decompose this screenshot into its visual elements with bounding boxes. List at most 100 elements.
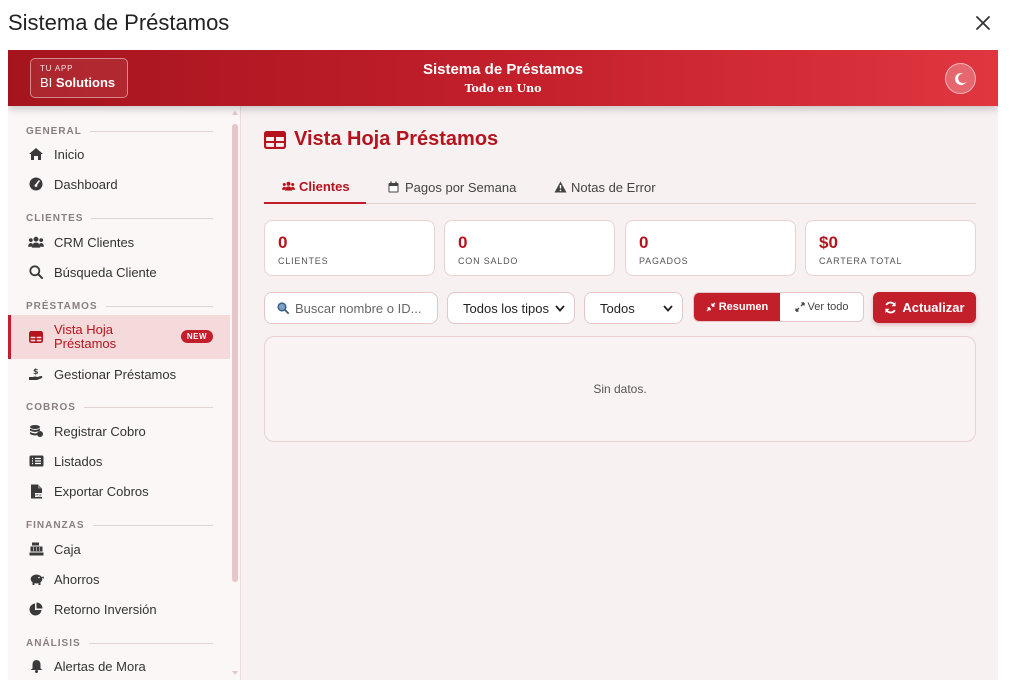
sidebar-item-registrar-cobro[interactable]: Registrar Cobro bbox=[8, 416, 230, 446]
stat-card-cartera-total: $0 CARTERA TOTAL bbox=[805, 220, 976, 276]
page-title-text: Vista Hoja Préstamos bbox=[294, 128, 499, 150]
sidebar-item-label: Retorno Inversión bbox=[54, 601, 157, 617]
tab-pagos-por-semana[interactable]: Pagos por Semana bbox=[370, 170, 534, 204]
sidebar-item-busqueda-cliente[interactable]: Búsqueda Cliente bbox=[8, 257, 230, 287]
section-label: FINANZAS bbox=[26, 520, 85, 531]
stat-value: 0 bbox=[458, 233, 468, 252]
sidebar-item-label: Caja bbox=[54, 541, 81, 557]
sidebar-item-label: CRM Clientes bbox=[54, 234, 135, 250]
users-icon bbox=[28, 234, 44, 250]
bell-icon bbox=[28, 658, 44, 674]
view-all-button[interactable]: Ver todo bbox=[780, 293, 863, 321]
view-summary-button[interactable]: Resumen bbox=[694, 293, 780, 321]
gauge-icon bbox=[28, 176, 44, 192]
status-filter-select[interactable]: Todos bbox=[584, 292, 683, 324]
sidebar-scroll-thumb[interactable] bbox=[232, 124, 238, 582]
sidebar-item-label: Ahorros bbox=[54, 571, 100, 587]
stat-label: CON SALDO bbox=[458, 256, 519, 266]
users-icon bbox=[282, 180, 295, 192]
stat-value: 0 bbox=[639, 233, 649, 252]
search-input[interactable] bbox=[295, 300, 435, 316]
home-icon bbox=[28, 146, 44, 162]
close-icon[interactable] bbox=[972, 12, 994, 34]
section-label: PRÉSTAMOS bbox=[26, 301, 98, 312]
sidebar-item-label: Búsqueda Cliente bbox=[54, 264, 157, 280]
warning-icon bbox=[554, 181, 567, 193]
select-value: Todos bbox=[600, 300, 635, 316]
view-summary-label: Resumen bbox=[718, 301, 769, 313]
sidebar-item-listados[interactable]: Listados bbox=[8, 446, 230, 476]
page-title: Vista Hoja Préstamos bbox=[263, 128, 499, 151]
hand-coin-icon: $ bbox=[28, 366, 44, 382]
new-badge: NEW bbox=[180, 330, 213, 343]
results-panel: Sin datos. bbox=[264, 336, 976, 442]
tab-notas-de-error[interactable]: Notas de Error bbox=[536, 170, 674, 204]
list-icon bbox=[28, 453, 44, 469]
header-subtitle: Todo en Uno bbox=[464, 82, 542, 95]
section-label: COBROS bbox=[26, 402, 76, 413]
section-cobros: COBROS bbox=[26, 402, 213, 413]
sidebar-item-retorno-inversion[interactable]: Retorno Inversión bbox=[8, 594, 230, 624]
pie-chart-icon bbox=[28, 601, 44, 617]
empty-state-text: Sin datos. bbox=[593, 382, 647, 396]
tab-label: Notas de Error bbox=[571, 179, 656, 195]
refresh-icon bbox=[884, 301, 897, 314]
stat-card-clientes: 0 CLIENTES bbox=[264, 220, 435, 276]
coins-icon bbox=[28, 423, 44, 439]
view-all-label: Ver todo bbox=[807, 301, 849, 313]
section-prestamos: PRÉSTAMOS bbox=[26, 301, 213, 312]
section-label: CLIENTES bbox=[26, 213, 84, 224]
calendar-icon bbox=[388, 181, 401, 193]
stat-card-con-saldo: 0 CON SALDO bbox=[444, 220, 615, 276]
refresh-label: Actualizar bbox=[902, 300, 965, 315]
stat-value: 0 bbox=[278, 233, 288, 252]
chevron-down-icon bbox=[555, 304, 565, 312]
tab-label: Clientes bbox=[299, 178, 350, 194]
search-icon bbox=[28, 264, 44, 280]
sidebar-item-label: Alertas de Mora bbox=[54, 658, 146, 674]
sidebar-item-ahorros[interactable]: Ahorros bbox=[8, 564, 230, 594]
theme-toggle-button[interactable] bbox=[945, 63, 976, 94]
search-box[interactable] bbox=[264, 292, 438, 324]
cash-register-icon bbox=[28, 541, 44, 557]
sidebar-item-label: Exportar Cobros bbox=[54, 483, 149, 499]
stat-card-pagados: 0 PAGADOS bbox=[625, 220, 796, 276]
app-window: TU APP BI Solutions Sistema de Préstamos… bbox=[8, 50, 998, 680]
tab-clientes[interactable]: Clientes bbox=[264, 170, 366, 204]
search-icon bbox=[277, 302, 289, 314]
stat-label: CARTERA TOTAL bbox=[819, 256, 903, 266]
sidebar-item-caja[interactable]: Caja bbox=[8, 534, 230, 564]
scroll-down-icon[interactable] bbox=[232, 670, 238, 676]
expand-icon bbox=[794, 302, 805, 312]
section-label: GENERAL bbox=[26, 126, 82, 137]
chevron-down-icon bbox=[663, 304, 673, 312]
sidebar-item-label: Registrar Cobro bbox=[54, 423, 146, 439]
sidebar-item-label: Gestionar Préstamos bbox=[54, 366, 177, 382]
window-title: Sistema de Préstamos bbox=[8, 10, 230, 35]
sidebar: GENERAL Inicio Dashboard CLIENTES CRM Cl… bbox=[8, 106, 241, 680]
app-header: TU APP BI Solutions Sistema de Préstamos… bbox=[8, 50, 998, 106]
section-label: ANÁLISIS bbox=[26, 638, 81, 649]
sidebar-item-dashboard[interactable]: Dashboard bbox=[8, 169, 230, 199]
refresh-button[interactable]: Actualizar bbox=[873, 292, 976, 323]
table-icon bbox=[28, 329, 44, 345]
select-value: Todos los tipos bbox=[463, 300, 549, 316]
section-general: GENERAL bbox=[26, 126, 213, 137]
sidebar-item-label: Vista Hoja Préstamos bbox=[54, 322, 117, 351]
file-export-icon: PDF bbox=[28, 483, 44, 499]
sidebar-scrollbar[interactable] bbox=[232, 110, 238, 676]
sidebar-item-gestionar-prestamos[interactable]: $ Gestionar Préstamos bbox=[8, 359, 230, 389]
sidebar-item-crm-clientes[interactable]: CRM Clientes bbox=[8, 227, 230, 257]
piggy-bank-icon bbox=[28, 571, 44, 587]
svg-text:$: $ bbox=[33, 367, 39, 376]
sidebar-item-vista-hoja-prestamos[interactable]: Vista Hoja Préstamos NEW bbox=[8, 315, 230, 359]
stat-label: PAGADOS bbox=[639, 256, 689, 266]
sidebar-item-label: Inicio bbox=[54, 146, 85, 162]
stat-value: $0 bbox=[819, 233, 838, 252]
sidebar-item-exportar-cobros[interactable]: PDF Exportar Cobros bbox=[8, 476, 230, 506]
sidebar-item-alertas-mora[interactable]: Alertas de Mora bbox=[8, 651, 230, 680]
tab-bar: Clientes Pagos por Semana Notas de Error bbox=[264, 170, 976, 204]
scroll-up-icon[interactable] bbox=[232, 110, 238, 116]
sidebar-item-inicio[interactable]: Inicio bbox=[8, 139, 230, 169]
type-filter-select[interactable]: Todos los tipos bbox=[447, 292, 575, 324]
